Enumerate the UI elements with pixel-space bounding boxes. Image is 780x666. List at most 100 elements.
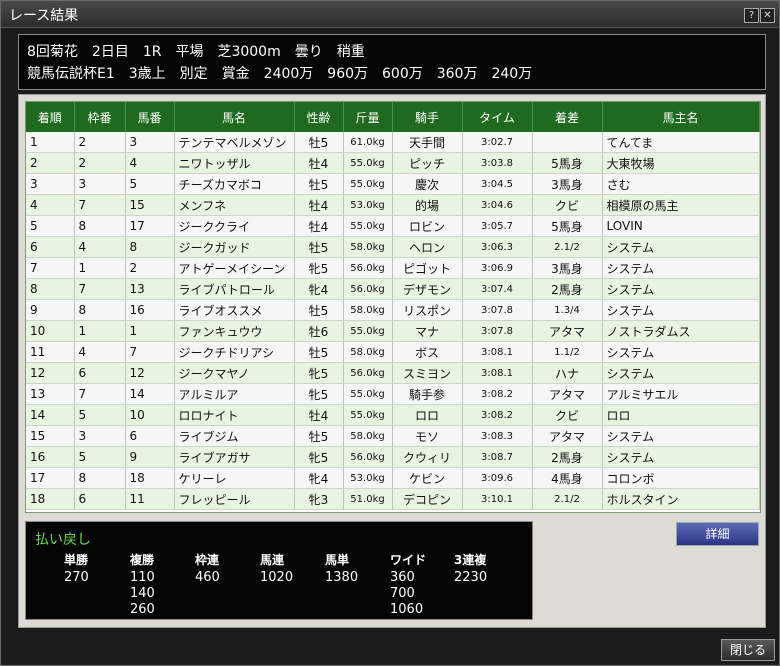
table-cell: 17	[26, 467, 75, 489]
table-cell: 大東牧場	[602, 152, 760, 174]
table-row[interactable]: 16 5 9 ライブアガサ 牝5 56.0kg クウィリ 3:08.7 2馬身 システム	[26, 446, 760, 468]
table-cell: 3:04.6	[462, 194, 533, 216]
table-cell: システム	[602, 446, 760, 468]
table-row[interactable]: 15 3 6 ライブジム 牡5 58.0kg モソ 3:08.3 アタマ システム	[26, 425, 760, 447]
table-cell: 3:08.1	[462, 341, 533, 363]
table-cell: 牝5	[294, 446, 344, 468]
payout-panel: 払い戻し 単勝 270 複勝 110 140 260 枠連 460 馬連 1020 馬単 1380 ワイ…	[25, 521, 533, 620]
table-row[interactable]: 18 6 11 フレッピール 牝3 51.0kg デコピン 3:10.1 2.1/2 ホルスタイン	[26, 488, 760, 510]
results-table: 着順 枠番 馬番 馬名 性齢 斤量 騎手 タイム 着差 馬主名 1 2 3 テンテマベルメゾン 牡5 61.…	[26, 102, 760, 510]
table-row[interactable]: 3 3 5 チーズカマボコ 牡5 55.0kg 慶次 3:04.5 3馬身 さむ	[26, 173, 760, 195]
table-cell: 天手間	[392, 132, 463, 153]
payout-value: 260	[130, 602, 155, 617]
table-cell: アタマ	[532, 320, 603, 342]
table-cell: ニワトッザル	[174, 152, 295, 174]
table-cell: 5馬身	[532, 152, 603, 174]
table-row[interactable]: 10 1 1 ファンキュウウ 牡6 55.0kg マナ 3:07.8 アタマ ノストラダムス	[26, 320, 760, 342]
table-row[interactable]: 1 2 3 テンテマベルメゾン 牡5 61.0kg 天手間 3:02.7 てんてま	[26, 132, 760, 153]
table-cell: 14	[26, 404, 75, 426]
table-cell: 牡4	[294, 404, 344, 426]
table-cell: ロロ	[392, 404, 463, 426]
title-bar: レース結果 ? ✕	[1, 1, 779, 28]
race-header: 8回菊花 2日目 1R 平場 芝3000m 曇り 稍重 競馬伝説杯E1 3歳上 …	[18, 34, 766, 90]
close-button[interactable]: 閉じる	[721, 639, 775, 661]
table-row[interactable]: 8 7 13 ライブパトロール 牝4 56.0kg デザモン 3:07.4 2馬身 システム	[26, 278, 760, 300]
table-cell: アトゲーメイシーン	[174, 257, 295, 279]
table-cell: ジークガッド	[174, 236, 295, 258]
table-row[interactable]: 4 7 15 メンフネ 牡4 53.0kg 的場 3:04.6 クビ 相模原の馬主	[26, 194, 760, 216]
table-cell: ピゴット	[392, 257, 463, 279]
table-cell: 58.0kg	[343, 425, 393, 447]
table-cell: 3	[74, 173, 126, 195]
table-cell: リスポン	[392, 299, 463, 321]
table-cell: ヘロン	[392, 236, 463, 258]
table-cell: 55.0kg	[343, 404, 393, 426]
payout-title: 払い戻し	[35, 532, 91, 548]
table-cell: 3:08.2	[462, 383, 533, 405]
table-cell: 7	[74, 383, 126, 405]
column-header: 馬番	[125, 102, 175, 132]
table-cell: 3:07.4	[462, 278, 533, 300]
table-cell: アタマ	[532, 425, 603, 447]
table-cell: 8	[74, 467, 126, 489]
table-cell: 13	[26, 383, 75, 405]
table-cell: 18	[26, 488, 75, 510]
table-row[interactable]: 13 7 14 アルミルア 牝5 55.0kg 騎手参 3:08.2 アタマ アルミサエル	[26, 383, 760, 405]
table-cell: テンテマベルメゾン	[174, 132, 295, 153]
table-cell: 6	[26, 236, 75, 258]
table-cell: 2	[74, 132, 126, 153]
table-cell: 3:05.7	[462, 215, 533, 237]
table-cell: 2	[125, 257, 175, 279]
table-row[interactable]: 14 5 10 ロロナイト 牡4 55.0kg ロロ 3:08.2 クビ ロロ	[26, 404, 760, 426]
table-cell: 4	[26, 194, 75, 216]
race-result-window: レース結果 ? ✕ 8回菊花 2日目 1R 平場 芝3000m 曇り 稍重 競馬…	[0, 0, 780, 666]
payout-column: 複勝 110 140 260	[130, 551, 155, 618]
table-row[interactable]: 9 8 16 ライブオススメ 牡5 58.0kg リスポン 3:07.8 1.3/4 システム	[26, 299, 760, 321]
table-cell: 8	[125, 236, 175, 258]
table-cell: 5	[26, 215, 75, 237]
table-cell: 55.0kg	[343, 173, 393, 195]
table-cell: てんてま	[602, 132, 760, 153]
table-cell: 3:03.8	[462, 152, 533, 174]
payout-column: 馬連 1020	[260, 551, 293, 586]
table-cell: 的場	[392, 194, 463, 216]
table-cell: 6	[125, 425, 175, 447]
table-row[interactable]: 11 4 7 ジークチドリアシ 牡5 58.0kg ボス 3:08.1 1.1/2 システム	[26, 341, 760, 363]
help-icon[interactable]: ?	[744, 8, 759, 23]
column-header: タイム	[462, 102, 533, 132]
table-row[interactable]: 5 8 17 ジーククライ 牡4 55.0kg ロビン 3:05.7 5馬身 LOVIN	[26, 215, 760, 237]
table-cell: 2	[26, 152, 75, 174]
table-row[interactable]: 17 8 18 ケリーレ 牝4 53.0kg ケビン 3:09.6 4馬身 コロンボ	[26, 467, 760, 489]
table-cell: 1	[74, 257, 126, 279]
table-row[interactable]: 7 1 2 アトゲーメイシーン 牝5 56.0kg ピゴット 3:06.9 3馬身 システム	[26, 257, 760, 279]
content-panel: 着順 枠番 馬番 馬名 性齢 斤量 騎手 タイム 着差 馬主名 1 2 3 テンテマベルメゾン 牡5 61.…	[18, 94, 766, 628]
table-cell: 4	[125, 152, 175, 174]
payout-value: 1060	[390, 602, 424, 617]
table-cell: ハナ	[532, 362, 603, 384]
table-row[interactable]: 12 6 12 ジークマヤノ 牝5 56.0kg スミヨン 3:08.1 ハナ システム	[26, 362, 760, 384]
table-cell: 1	[26, 132, 75, 153]
payout-value: 460	[195, 570, 220, 585]
table-cell: 4	[74, 236, 126, 258]
table-row[interactable]: 2 2 4 ニワトッザル 牡4 55.0kg ピッチ 3:03.8 5馬身 大東牧場	[26, 152, 760, 174]
table-cell: ジーククライ	[174, 215, 295, 237]
table-cell: 牡5	[294, 341, 344, 363]
payout-label: 馬単	[325, 553, 350, 567]
table-cell: 1	[74, 320, 126, 342]
table-row[interactable]: 6 4 8 ジークガッド 牡5 58.0kg ヘロン 3:06.3 2.1/2 システム	[26, 236, 760, 258]
table-cell: 6	[74, 488, 126, 510]
table-cell: 牡5	[294, 173, 344, 195]
table-cell: 3:10.1	[462, 488, 533, 510]
column-header: 着差	[532, 102, 603, 132]
payout-value: 1020	[260, 570, 294, 585]
table-cell: アタマ	[532, 383, 603, 405]
close-icon[interactable]: ✕	[760, 8, 775, 23]
table-cell: クビ	[532, 194, 603, 216]
table-cell: 17	[125, 215, 175, 237]
table-cell: 56.0kg	[343, 446, 393, 468]
table-cell: 2馬身	[532, 446, 603, 468]
table-cell	[532, 132, 603, 153]
table-cell: 牝3	[294, 488, 344, 510]
detail-button[interactable]: 詳細	[676, 522, 759, 546]
table-cell: 10	[26, 320, 75, 342]
